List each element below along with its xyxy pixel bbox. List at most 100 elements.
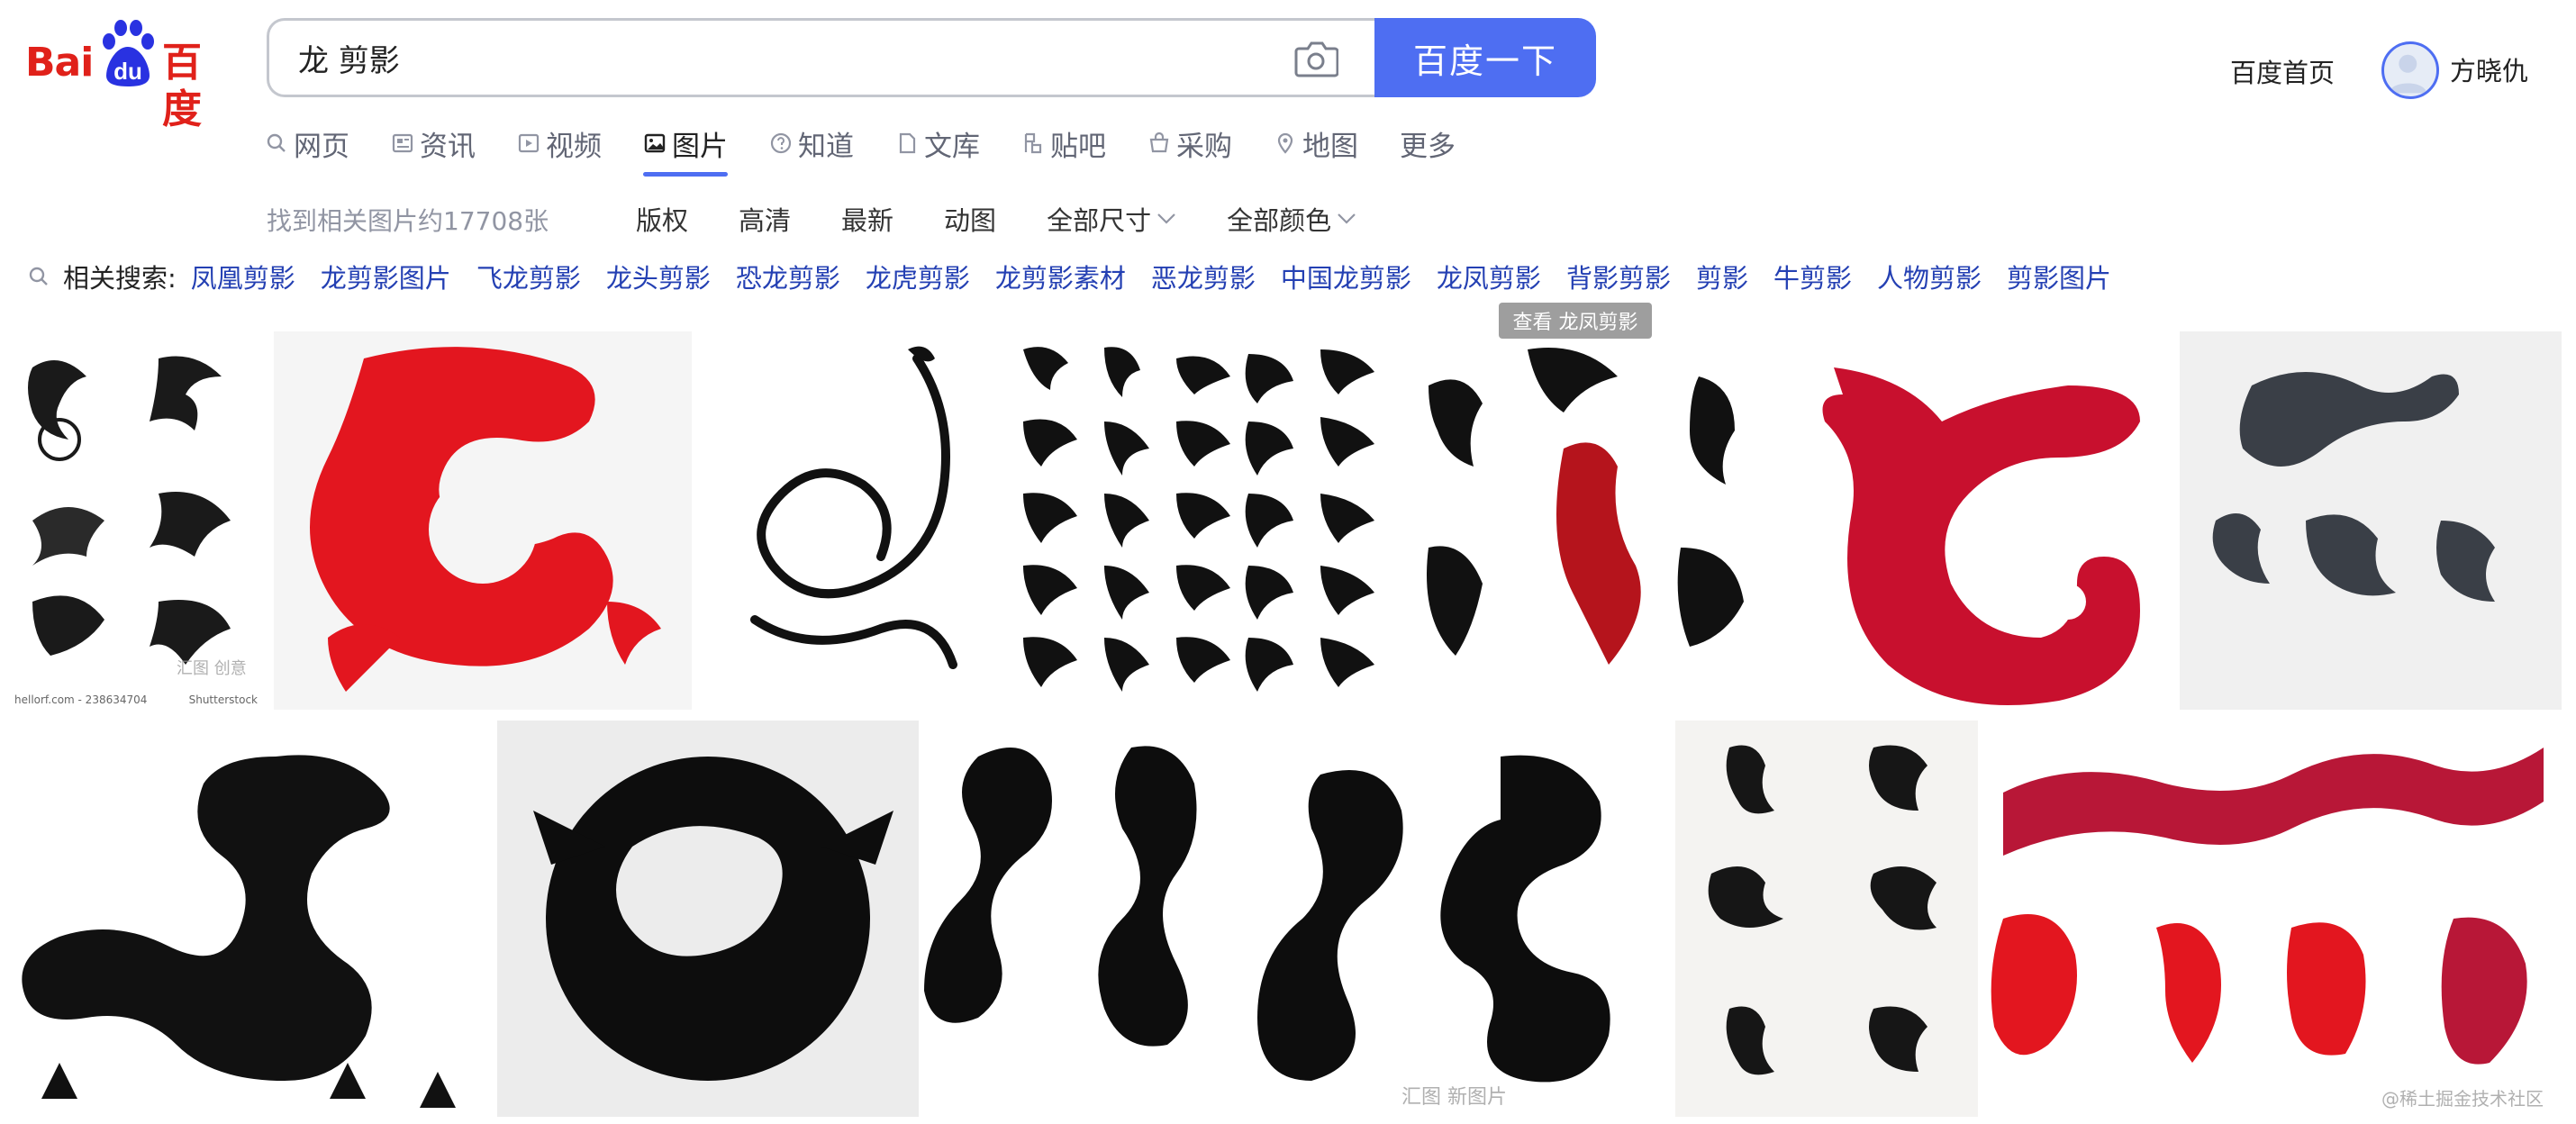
baidu-logo[interactable]: Bai du 百度 bbox=[25, 20, 232, 132]
image-watermark: 汇图 创意 bbox=[177, 659, 247, 678]
dragon-collage-image bbox=[28, 356, 231, 665]
search-button[interactable]: 百度一下 bbox=[1374, 18, 1596, 97]
image-result-12[interactable]: @稀土掘金技术社区 bbox=[1985, 721, 2562, 1117]
tab-news[interactable]: 资讯 bbox=[391, 121, 476, 166]
username[interactable]: 方晓仇 bbox=[2450, 50, 2528, 88]
image-watermark: @稀土掘金技术社区 bbox=[2381, 1088, 2544, 1110]
four-dragons-image bbox=[924, 746, 1610, 1083]
image-result-6[interactable] bbox=[1798, 331, 2171, 710]
image-result-9[interactable] bbox=[497, 721, 919, 1117]
user-avatar[interactable] bbox=[2381, 41, 2439, 99]
image-result-8[interactable] bbox=[5, 721, 492, 1117]
related-item[interactable]: 剪影 bbox=[1696, 258, 1748, 295]
image-result-10[interactable]: 汇图 新图片 bbox=[924, 721, 1655, 1117]
filter-color-dropdown[interactable]: 全部颜色 bbox=[1227, 200, 1356, 238]
related-item[interactable]: 飞龙剪影 bbox=[476, 258, 581, 295]
filter-label: 高清 bbox=[739, 205, 792, 236]
search-icon bbox=[267, 133, 286, 152]
related-item[interactable]: 龙头剪影 bbox=[606, 258, 711, 295]
related-item[interactable]: 龙剪影素材 bbox=[995, 258, 1126, 295]
filter-newest[interactable]: 最新 bbox=[841, 200, 893, 238]
related-item[interactable]: 中国龙剪影 bbox=[1281, 258, 1411, 295]
filter-hd[interactable]: 高清 bbox=[739, 200, 791, 238]
related-item[interactable]: 牛剪影 bbox=[1773, 258, 1852, 295]
document-icon bbox=[899, 132, 916, 154]
user-avatar-icon bbox=[2389, 54, 2427, 94]
filter-size-dropdown[interactable]: 全部尺寸 bbox=[1047, 200, 1176, 238]
filter-label: 最新 bbox=[841, 205, 894, 236]
chevron-down-icon bbox=[1157, 213, 1175, 224]
forum-icon bbox=[1024, 132, 1042, 154]
filter-animated[interactable]: 动图 bbox=[944, 200, 996, 238]
black-dragon-image bbox=[22, 755, 456, 1108]
tab-zhidao[interactable]: 知道 bbox=[769, 121, 854, 166]
tab-label: 视频 bbox=[546, 130, 602, 163]
related-item[interactable]: 背影剪影 bbox=[1566, 258, 1671, 295]
tab-more[interactable]: 更多 bbox=[1400, 121, 1456, 166]
image-result-3[interactable] bbox=[701, 331, 996, 710]
baidu-home-link[interactable]: 百度首页 bbox=[2230, 52, 2335, 90]
paw-logo-icon: du bbox=[103, 20, 154, 86]
tab-label: 贴吧 bbox=[1050, 130, 1106, 163]
filter-label: 全部尺寸 bbox=[1047, 205, 1152, 236]
tab-wenku[interactable]: 文库 bbox=[895, 121, 980, 166]
image-icon bbox=[644, 133, 666, 153]
news-icon bbox=[392, 133, 413, 153]
tab-label: 知道 bbox=[798, 130, 854, 163]
image-result-2[interactable] bbox=[274, 331, 692, 710]
circle-dragon-image bbox=[533, 757, 893, 1081]
tab-images[interactable]: 图片 bbox=[643, 121, 728, 177]
tab-label: 文库 bbox=[924, 130, 980, 163]
filter-copyright[interactable]: 版权 bbox=[636, 200, 688, 238]
related-item[interactable]: 恐龙剪影 bbox=[736, 258, 840, 295]
logo-text-bai: Bai bbox=[25, 40, 94, 86]
crimson-dragons-image bbox=[1991, 748, 2544, 1065]
image-result-4[interactable] bbox=[1005, 331, 1401, 710]
line-dragon-image bbox=[750, 346, 957, 669]
tab-video[interactable]: 视频 bbox=[517, 121, 602, 166]
stylized-red-dragon-image bbox=[1822, 367, 2140, 705]
grey-dragons-image bbox=[2212, 372, 2495, 602]
small-dragons-grid-image bbox=[1708, 745, 1937, 1075]
red-dragon-image bbox=[310, 347, 661, 692]
image-caption-right: Shutterstock bbox=[188, 693, 258, 706]
search-bar: 百度一下 bbox=[267, 18, 1596, 97]
related-item[interactable]: 龙剪影图片 bbox=[321, 258, 451, 295]
mixed-dragons-image bbox=[1427, 348, 1744, 665]
video-icon bbox=[518, 133, 540, 153]
filter-bar: 版权 高清 最新 动图 全部尺寸 全部颜色 bbox=[636, 200, 1407, 238]
related-item[interactable]: 恶龙剪影 bbox=[1151, 258, 1256, 295]
related-item[interactable]: 凤凰剪影 bbox=[191, 258, 295, 295]
image-result-5[interactable] bbox=[1410, 331, 1789, 710]
image-result-7[interactable] bbox=[2180, 331, 2562, 710]
tab-web[interactable]: 网页 bbox=[265, 121, 349, 166]
related-item[interactable]: 龙虎剪影 bbox=[866, 258, 970, 295]
tab-label: 采购 bbox=[1176, 130, 1232, 163]
related-searches: 相关搜索: 凤凰剪影 龙剪影图片 飞龙剪影 龙头剪影 恐龙剪影 龙虎剪影 龙剪影… bbox=[27, 258, 2136, 295]
tab-label: 地图 bbox=[1302, 130, 1358, 163]
hover-tooltip: 查看 龙凤剪影 bbox=[1499, 303, 1652, 339]
image-result-11[interactable] bbox=[1675, 721, 1978, 1117]
tab-label: 图片 bbox=[672, 130, 728, 163]
related-item[interactable]: 剪影图片 bbox=[2007, 258, 2111, 295]
vertical-tabs: 网页 资讯 视频 图片 知道 文库 贴吧 采购 地图 更多 bbox=[265, 121, 1497, 177]
chevron-down-icon bbox=[1338, 213, 1356, 224]
tab-tieba[interactable]: 贴吧 bbox=[1021, 121, 1106, 166]
related-label: 相关搜索: bbox=[63, 263, 177, 294]
tab-map[interactable]: 地图 bbox=[1274, 121, 1358, 166]
dragon-grid-image bbox=[1023, 347, 1374, 692]
related-item[interactable]: 龙凤剪影 bbox=[1437, 258, 1541, 295]
search-icon bbox=[29, 267, 48, 286]
map-icon bbox=[1277, 132, 1293, 154]
image-result-1[interactable]: hellorf.com - 238634704 Shutterstock 汇图 … bbox=[5, 331, 265, 710]
filter-label: 版权 bbox=[636, 205, 689, 236]
tab-caigou[interactable]: 采购 bbox=[1147, 121, 1232, 166]
tab-label: 更多 bbox=[1400, 130, 1456, 163]
search-input[interactable] bbox=[267, 18, 1389, 97]
camera-icon[interactable] bbox=[1293, 36, 1338, 79]
logo-text-baidu-cn: 百度 bbox=[162, 40, 203, 132]
filter-label: 动图 bbox=[944, 205, 997, 236]
question-icon bbox=[770, 132, 792, 154]
tab-label: 资讯 bbox=[420, 130, 476, 163]
related-item[interactable]: 人物剪影 bbox=[1877, 258, 1982, 295]
